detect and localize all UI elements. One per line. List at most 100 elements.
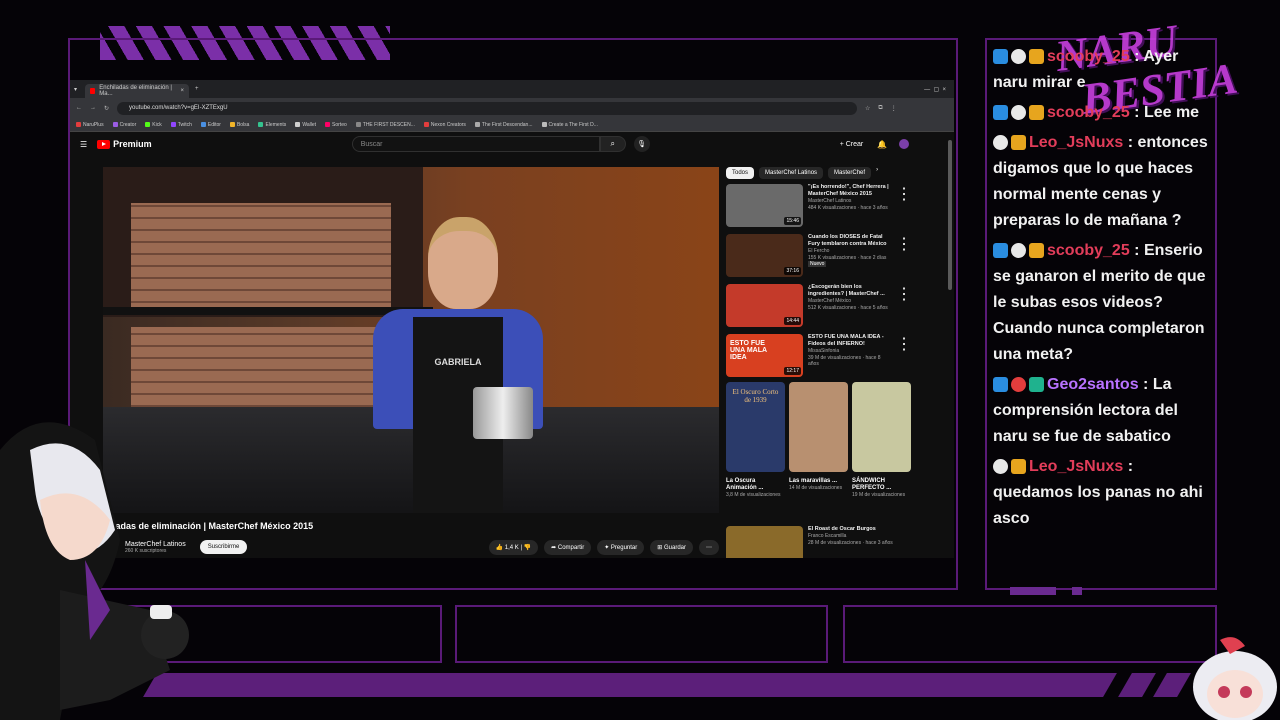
chat-badges [993, 377, 1044, 393]
chat-badges [993, 105, 1044, 121]
chat-badges [993, 243, 1044, 259]
forward-icon[interactable]: → [90, 105, 96, 111]
chat-username[interactable]: scooby_25 [1047, 48, 1130, 65]
bookmark-item[interactable]: Elements [258, 122, 286, 128]
bookmark-item[interactable]: Nexon Creators [423, 121, 466, 128]
browser-tab[interactable]: Enchiladas de eliminación | Ma... × [85, 84, 190, 98]
browser-menu-icon[interactable]: ⋮ [891, 105, 897, 112]
short-thumbnail[interactable] [852, 382, 911, 472]
chat-username[interactable]: scooby_25 [1047, 104, 1130, 121]
back-icon[interactable]: ← [76, 105, 82, 111]
chat-username[interactable]: Geo2santos [1047, 376, 1139, 393]
bookmark-item[interactable]: Kick [145, 121, 162, 128]
more-actions-icon[interactable]: ⋯ [699, 539, 719, 555]
ask-button[interactable]: ✦ Preguntar [597, 539, 645, 555]
chat-separator: : [1123, 134, 1138, 151]
url-input[interactable]: youtube.com/watch?v=gEI-XZTExgU [117, 101, 858, 115]
create-button[interactable]: + Crear [840, 141, 864, 148]
short-thumbnail[interactable]: El Oscuro Corto de 1939 [726, 382, 785, 472]
recommendation-item[interactable]: 15:46 "¡Es horrendo!", Chef Herrera | Mas… [726, 184, 912, 233]
notifications-bell-icon[interactable]: 🔔 [877, 140, 887, 149]
overlay-bottom-bar-segment [1118, 673, 1156, 697]
bookmark-label: THE FIRST DESCEN... [362, 121, 415, 128]
badge-red-icon [1011, 377, 1026, 393]
share-button[interactable]: ➦ Compartir [544, 539, 592, 555]
bookmark-favicon-icon [76, 121, 81, 127]
tab-menu-icon[interactable]: ▾ [74, 86, 77, 93]
video-thumbnail[interactable]: 15:46 [726, 184, 803, 227]
bookmark-item[interactable]: Sorteo [325, 122, 347, 128]
short-meta: 14 M de visualizaciones [789, 485, 843, 492]
close-tab-icon[interactable]: × [181, 88, 185, 94]
video-duration: 14:44 [784, 317, 801, 325]
filter-chip[interactable]: MasterChef [828, 167, 872, 179]
recommendation-title: Cuando los DIOSES de Fatal Fury temblaro… [808, 234, 887, 248]
mascot-avatar-right [1193, 637, 1277, 720]
account-avatar[interactable] [899, 139, 910, 149]
thumbs-down-icon[interactable]: 👎 [524, 545, 531, 551]
chat-username[interactable]: Leo_JsNuxs [1029, 134, 1123, 151]
save-button[interactable]: ⊞ Guardar [650, 539, 693, 555]
share-icon: ➦ [551, 544, 558, 551]
bookmark-label: The First Descendan... [481, 121, 533, 128]
filter-chip[interactable]: MasterChef Latinos [759, 167, 824, 179]
bookmark-item[interactable]: Create a The First D... [541, 122, 598, 128]
hamburger-menu-icon[interactable]: ☰ [80, 140, 87, 149]
video-thumbnail[interactable] [726, 526, 803, 558]
bookmark-favicon-icon [145, 121, 151, 127]
more-options-icon[interactable]: ⋮ [896, 234, 912, 283]
youtube-logo[interactable]: Premium [97, 139, 152, 149]
chat-message: scooby_25 : Ayer naru mirar e [993, 44, 1215, 96]
badge-circle-icon [1011, 105, 1026, 121]
chat-message: scooby_25 : Lee me [993, 100, 1215, 126]
short-item[interactable]: SÁNDWICH PERFECTO ... 19 M de visualizaci… [852, 382, 911, 498]
bookmark-star-icon[interactable]: ☆ [865, 105, 870, 112]
more-options-icon[interactable]: ⋮ [896, 184, 912, 233]
bookmark-item[interactable]: Twitch [170, 122, 192, 128]
recommendation-item[interactable]: ESTO FUE UNA MALA IDEA 12:17 ESTO FUE UNA … [726, 334, 912, 383]
apron-name-text: GABRIELA [434, 357, 482, 367]
more-options-icon[interactable]: ⋮ [896, 334, 912, 383]
bookmark-favicon-icon [355, 121, 361, 127]
recommendation-item[interactable]: 14:44 ¿Escogerán bien los ingredientes? |… [726, 284, 912, 333]
microphone-icon[interactable]: 🎙 [633, 136, 650, 152]
scrollbar[interactable] [948, 140, 952, 290]
bookmark-item[interactable]: NaruPlus [76, 122, 104, 128]
bookmark-item[interactable]: The First Descendan... [474, 121, 533, 128]
bookmark-item[interactable]: THE FIRST DESCEN... [355, 121, 415, 128]
reload-icon[interactable]: ↻ [104, 105, 109, 112]
short-item[interactable]: El Oscuro Corto de 1939 La Oscura Animaci… [726, 382, 785, 498]
filter-chip[interactable]: Todos [726, 167, 755, 179]
chevron-right-icon[interactable]: › [876, 167, 878, 179]
video-thumbnail[interactable]: 14:44 [726, 284, 803, 327]
window-controls[interactable]: — ▢ × [924, 86, 946, 93]
recommendation-item[interactable]: 37:16 Cuando los DIOSES de Fatal Fury tem… [726, 234, 912, 283]
badge-blue-icon [993, 377, 1008, 393]
chat-text: Lee me [1143, 104, 1200, 121]
short-item[interactable]: Las maravillas ... 14 M de visualizacione… [789, 382, 848, 498]
bookmark-favicon-icon [423, 121, 429, 127]
chat-username[interactable]: Leo_JsNuxs [1029, 458, 1123, 475]
bookmark-item[interactable]: Bolsa [229, 122, 249, 128]
recommendation-text: ESTO FUE UNA MALA IDEA - Fideos del INFI… [808, 334, 891, 383]
search-input[interactable]: Buscar [351, 136, 600, 152]
more-options-icon[interactable]: ⋮ [896, 284, 912, 333]
bookmark-item[interactable]: Wallet [295, 122, 316, 128]
bookmark-item[interactable]: Editor [200, 122, 221, 128]
recommendation-item[interactable]: El Roast de Oscar Burgos Franco Escamill… [726, 526, 893, 558]
extensions-icon[interactable]: ⧉ [878, 105, 882, 112]
video-thumbnail[interactable]: 37:16 [726, 234, 803, 277]
bookmark-favicon-icon [112, 121, 118, 127]
overlay-bottom-box [455, 605, 828, 663]
short-thumbnail[interactable] [789, 382, 848, 472]
chat-username[interactable]: scooby_25 [1047, 242, 1130, 259]
bookmark-item[interactable]: Creator [112, 121, 136, 128]
like-button[interactable]: 👍 1,4 K | 👎 [488, 539, 539, 555]
search-icon[interactable]: ⌕ [599, 136, 626, 152]
video-duration: 37:16 [784, 267, 801, 275]
subscribe-button[interactable]: Suscribirme [199, 540, 248, 554]
new-tab-icon[interactable]: + [195, 86, 199, 92]
badge-crown-icon [1029, 243, 1044, 259]
recommendation-meta: 512 K visualizaciones · hace 5 años [808, 304, 888, 311]
video-thumbnail[interactable]: ESTO FUE UNA MALA IDEA 12:17 [726, 334, 803, 377]
